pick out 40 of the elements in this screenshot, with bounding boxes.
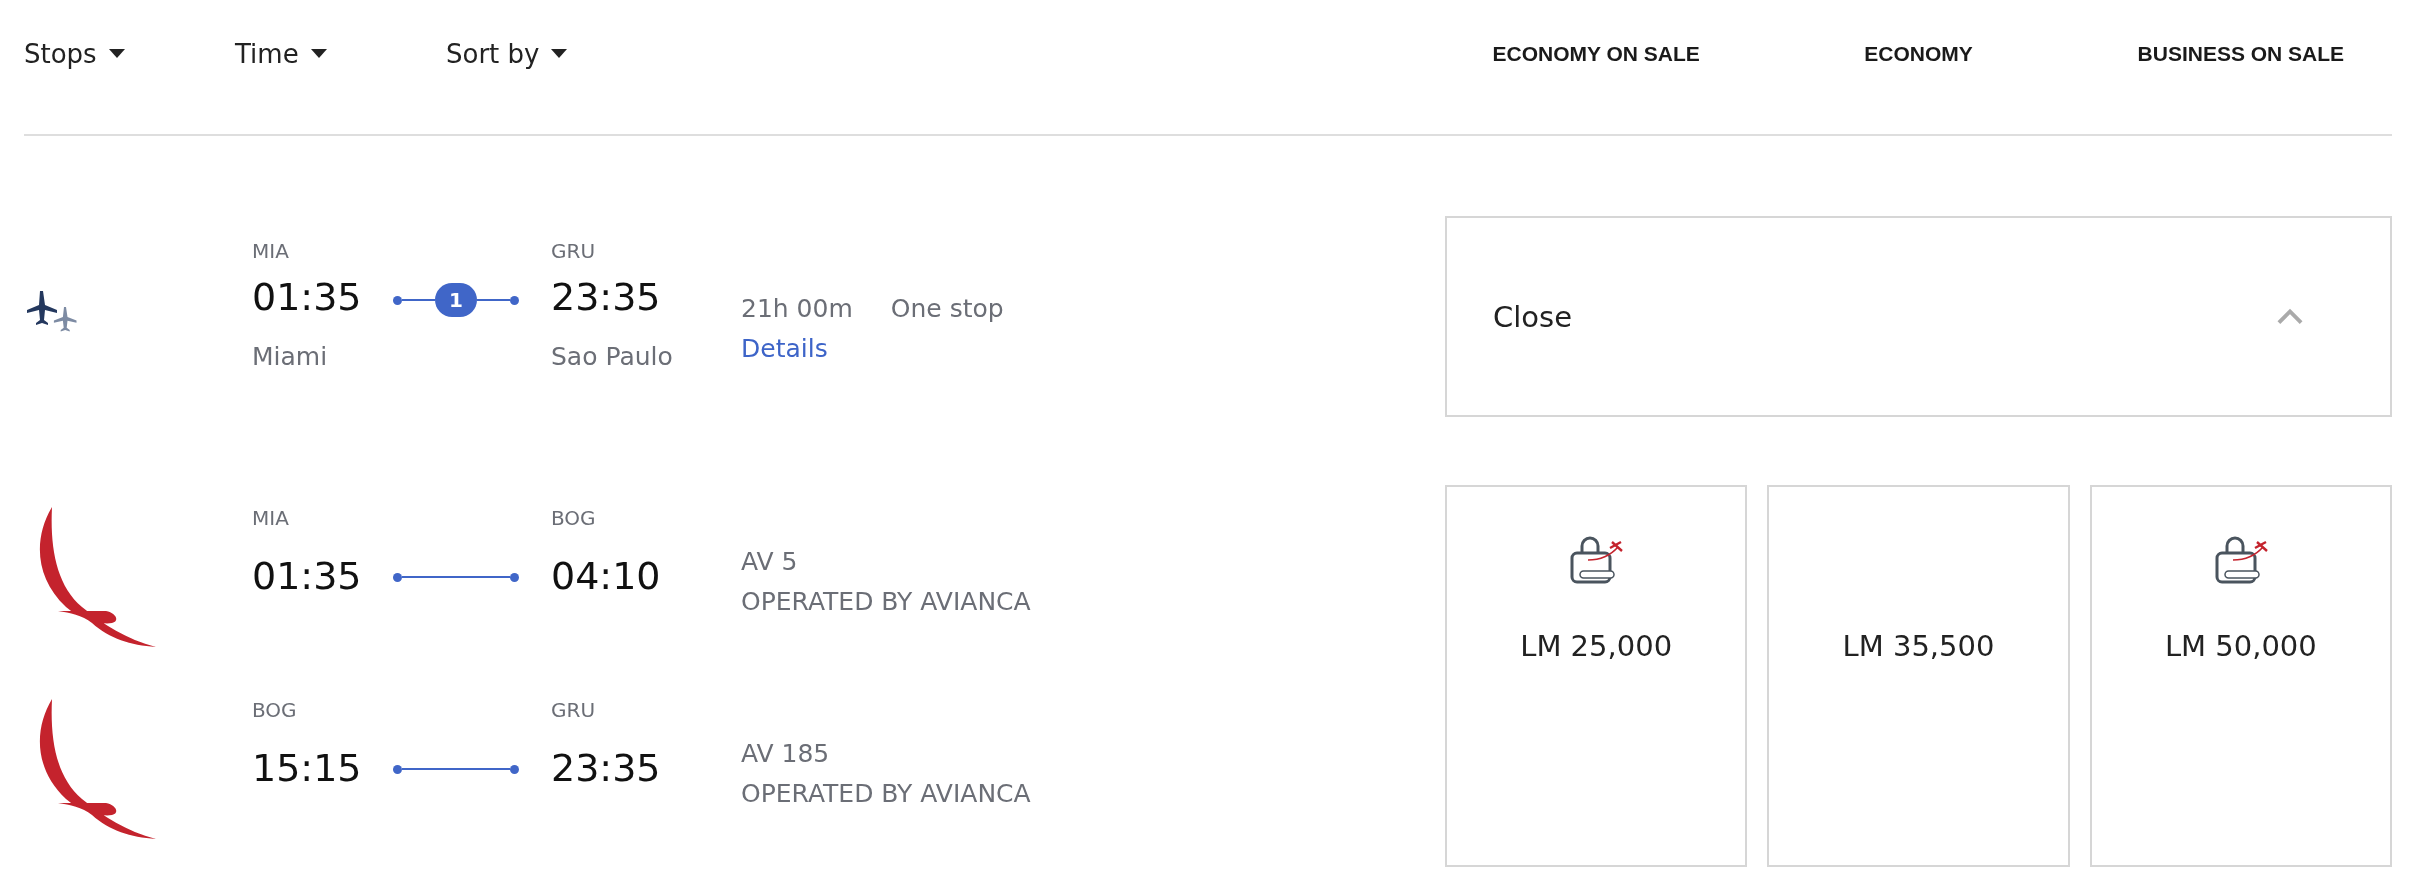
city-name: Sao Paulo — [551, 341, 674, 373]
stop-count-badge: 1 — [435, 283, 477, 317]
caret-icon — [108, 49, 125, 59]
caret-icon — [310, 49, 327, 59]
fare-card[interactable]: LM 25,000 — [1445, 485, 1748, 867]
operator-label: OPERATED BY AVIANCA — [741, 778, 1032, 810]
duration: 21h 00m — [741, 293, 853, 325]
filter-dropdown[interactable]: Stops — [24, 39, 235, 69]
airport-code: GRU — [551, 697, 597, 724]
flight-number: AV 185 — [741, 738, 831, 770]
details-link[interactable]: Details — [741, 332, 828, 366]
fare-price: LM 35,500 — [1842, 629, 1995, 663]
fare-card[interactable]: LM 35,500 — [1767, 485, 2070, 867]
airport-code: BOG — [551, 505, 597, 532]
route-line — [477, 295, 519, 305]
close-toggle[interactable]: Close — [1445, 216, 2392, 417]
fare-price: LM 25,000 — [1520, 629, 1673, 663]
filter-dropdown[interactable]: Time — [235, 39, 446, 69]
arrival-time: 04:10 — [551, 553, 662, 600]
flight-number: AV 5 — [741, 546, 799, 578]
airport-code: GRU — [551, 238, 597, 265]
stops-label: One stop — [890, 293, 1004, 325]
filter-dropdown[interactable]: Sort by — [446, 39, 568, 69]
departure-time: 01:35 — [252, 553, 363, 600]
column-header: ECONOMY — [1863, 42, 1974, 66]
arrival-time: 23:35 — [551, 274, 662, 321]
departure-time: 01:35 — [252, 274, 363, 321]
airport-code: MIA — [252, 238, 290, 265]
airport-code: MIA — [252, 505, 290, 532]
fare-price: LM 50,000 — [2164, 629, 2317, 663]
column-header: ECONOMY ON SALE — [1491, 42, 1701, 66]
arrival-time: 23:35 — [551, 745, 662, 792]
column-header: BUSINESS ON SALE — [2136, 42, 2346, 66]
operator-label: OPERATED BY AVIANCA — [741, 586, 1032, 618]
city-name: Miami — [252, 341, 329, 373]
departure-time: 15:15 — [252, 745, 363, 792]
airport-code: BOG — [252, 697, 298, 724]
fare-card[interactable]: LM 50,000 — [2089, 485, 2392, 867]
route-line — [393, 295, 435, 305]
caret-icon — [551, 49, 568, 59]
